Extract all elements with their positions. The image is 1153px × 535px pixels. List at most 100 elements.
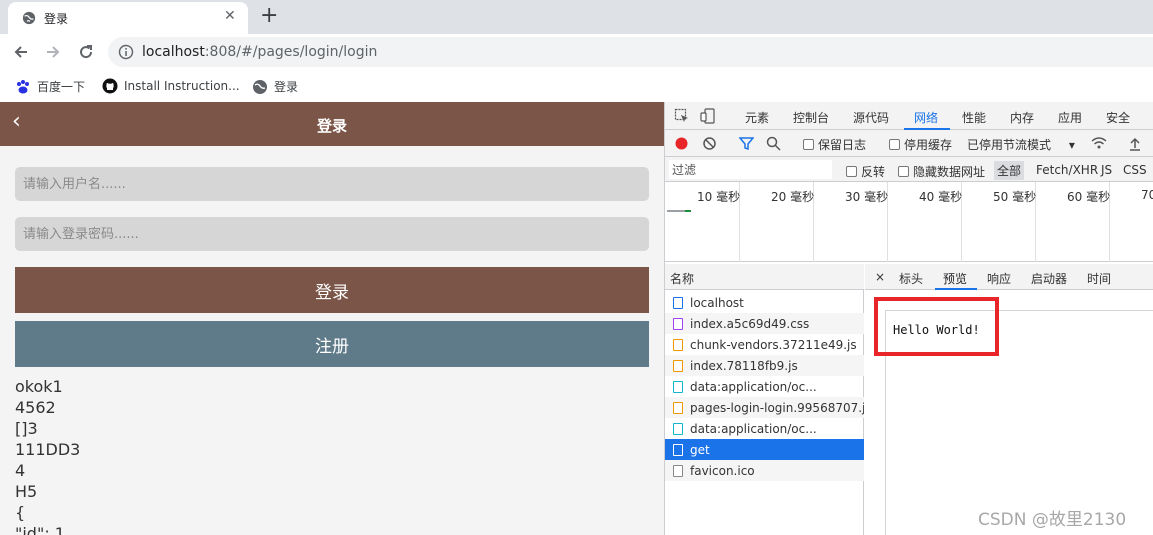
request-row[interactable]: index.a5c69d49.css	[665, 313, 864, 334]
request-name: index.78118fb9.js	[690, 358, 798, 373]
info-icon[interactable]	[118, 44, 134, 60]
tab-preview[interactable]: 预览	[943, 270, 967, 287]
network-overview-timeline[interactable]: 10 毫秒 20 毫秒 30 毫秒 40 毫秒 50 毫秒 60 毫秒 70	[665, 182, 1153, 262]
register-button[interactable]: 注册	[15, 321, 649, 367]
bookmark-label: 登录	[274, 80, 299, 94]
bookmark-login[interactable]: 登录	[252, 78, 298, 95]
font-file-icon	[673, 422, 683, 435]
request-row[interactable]: localhost	[665, 292, 864, 313]
timeline-tick-label: 40 毫秒	[919, 190, 963, 204]
password-input[interactable]	[15, 217, 649, 251]
tab-application[interactable]: 应用	[1058, 109, 1082, 126]
bookmarks-bar: 百度一下 Install Instruction... 登录	[0, 70, 1153, 102]
throttling-select[interactable]: 已停用节流模式 ▾	[967, 136, 1075, 153]
script-icon	[673, 359, 683, 372]
filter-type-all[interactable]: 全部	[994, 161, 1025, 180]
filter-type-js[interactable]: JS	[1101, 163, 1112, 177]
login-button[interactable]: 登录	[15, 267, 649, 313]
request-name: favicon.ico	[690, 463, 755, 478]
back-arrow-icon[interactable]	[12, 43, 30, 61]
reload-icon[interactable]	[77, 43, 95, 61]
url-host: localhost	[142, 44, 205, 60]
name-column-header[interactable]: 名称	[665, 264, 864, 290]
request-list: 名称 localhost index.a5c69d49.css chunk-ve…	[665, 264, 864, 535]
browser-tab[interactable]: 登录 ✕	[8, 2, 248, 34]
preserve-log-label: 保留日志	[818, 138, 867, 152]
timeline-tick-label: 10 毫秒	[697, 190, 741, 204]
checkbox[interactable]	[846, 166, 857, 177]
throttling-label: 已停用节流模式	[967, 138, 1052, 152]
request-row[interactable]: data:application/oc...	[665, 376, 864, 397]
filter-type-css[interactable]: CSS	[1123, 163, 1147, 177]
record-icon[interactable]	[674, 136, 689, 151]
filter-icon[interactable]	[739, 136, 754, 151]
request-row[interactable]: data:application/oc...	[665, 418, 864, 439]
github-icon	[102, 78, 118, 94]
request-row-selected[interactable]: get	[665, 439, 864, 460]
forward-arrow-icon[interactable]	[44, 43, 62, 61]
tab-performance[interactable]: 性能	[962, 109, 986, 126]
request-name: localhost	[690, 295, 744, 310]
request-row[interactable]: index.78118fb9.js	[665, 355, 864, 376]
bookmark-label: 百度一下	[37, 80, 86, 94]
document-icon	[673, 296, 683, 309]
import-har-icon[interactable]	[1128, 136, 1142, 151]
checkbox[interactable]	[889, 139, 900, 150]
tab-network[interactable]: 网络	[914, 109, 938, 126]
invert-label: 反转	[861, 165, 886, 179]
globe-icon	[22, 11, 36, 25]
app-header: ‹ 登录	[0, 102, 664, 146]
request-name: index.a5c69d49.css	[690, 316, 810, 331]
script-icon	[673, 338, 683, 351]
search-icon[interactable]	[766, 136, 781, 151]
invert-checkbox[interactable]: 反转	[846, 163, 885, 180]
output-line: {	[15, 503, 26, 522]
output-line: 4562	[15, 398, 56, 417]
hide-data-urls-label: 隐藏数据网址	[913, 165, 986, 179]
clear-icon[interactable]	[702, 136, 717, 151]
request-name: pages-login-login.99568707.js	[690, 400, 864, 415]
tab-initiator[interactable]: 启动器	[1031, 270, 1067, 287]
bookmark-baidu[interactable]: 百度一下	[15, 78, 85, 95]
filter-input[interactable]	[669, 160, 832, 179]
address-bar[interactable]: localhost:808/#/pages/login/login	[108, 37, 1153, 67]
inspect-element-icon[interactable]	[674, 108, 690, 124]
tab-headers[interactable]: 标头	[899, 270, 923, 287]
script-icon	[673, 401, 683, 414]
page-title: 登录	[316, 117, 347, 135]
tab-sources[interactable]: 源代码	[853, 109, 889, 126]
timeline-tick-label: 60 毫秒	[1067, 190, 1111, 204]
checkbox[interactable]	[898, 166, 909, 177]
new-tab-button[interactable]: +	[260, 4, 278, 28]
dropdown-arrow-icon: ▾	[1068, 138, 1075, 152]
tab-memory[interactable]: 内存	[1010, 109, 1034, 126]
request-detail-pane: × 标头 预览 响应 启动器 时间 Hello World!	[865, 264, 1153, 535]
filter-type-fetch-xhr[interactable]: Fetch/XHR	[1036, 163, 1098, 177]
font-file-icon	[673, 380, 683, 393]
url-text: localhost:808/#/pages/login/login	[142, 44, 377, 60]
hide-data-urls-checkbox[interactable]: 隐藏数据网址	[898, 163, 985, 180]
tab-strip: 登录 ✕ +	[0, 0, 1153, 34]
network-conditions-icon[interactable]	[1091, 136, 1107, 151]
request-row[interactable]: chunk-vendors.37211e49.js	[665, 334, 864, 355]
timeline-tick-label: 30 毫秒	[845, 190, 889, 204]
name-header-label: 名称	[670, 272, 695, 286]
close-tab-icon[interactable]: ✕	[224, 8, 236, 24]
tab-response[interactable]: 响应	[987, 270, 1011, 287]
close-detail-icon[interactable]: ×	[875, 270, 885, 284]
tab-console[interactable]: 控制台	[793, 109, 829, 126]
tab-timing[interactable]: 时间	[1087, 270, 1111, 287]
checkbox[interactable]	[803, 139, 814, 150]
bookmark-label: Install Instruction...	[124, 79, 240, 93]
tab-elements[interactable]: 元素	[745, 109, 769, 126]
tab-security[interactable]: 安全	[1106, 109, 1130, 126]
app-page: ‹ 登录 登录 注册 okok1 4562 []3 111DD3 4 H5 { …	[0, 102, 664, 535]
request-row[interactable]: pages-login-login.99568707.js	[665, 397, 864, 418]
preserve-log-checkbox[interactable]: 保留日志	[803, 136, 866, 153]
output-line: 4	[15, 461, 26, 480]
username-input[interactable]	[15, 167, 649, 201]
request-row[interactable]: favicon.ico	[665, 460, 864, 481]
bookmark-install-instructions[interactable]: Install Instruction...	[102, 78, 240, 94]
device-toolbar-icon[interactable]	[700, 108, 716, 124]
disable-cache-checkbox[interactable]: 停用缓存	[889, 136, 952, 153]
